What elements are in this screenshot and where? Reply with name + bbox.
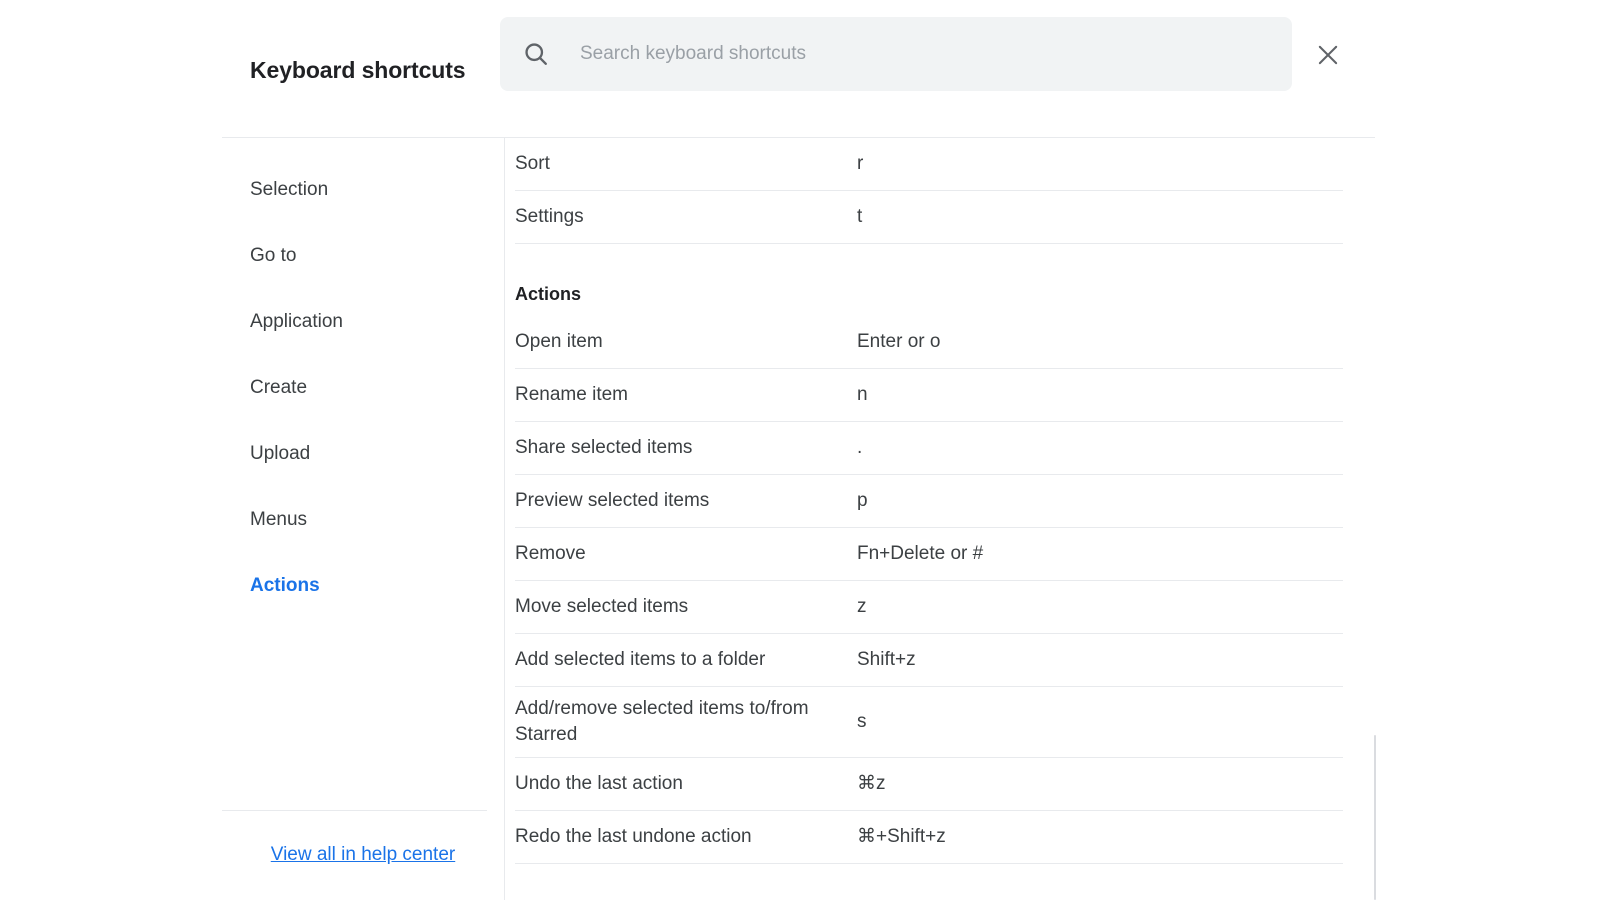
help-center-link-container: View all in help center (222, 810, 504, 900)
search-input[interactable] (578, 33, 1272, 75)
shortcut-keys: z (857, 596, 867, 617)
shortcut-row: Remove Fn+Delete or # (515, 528, 1343, 581)
shortcut-description: Add/remove selected items to/from Starre… (515, 698, 809, 745)
shortcut-keys: . (857, 437, 863, 458)
shortcut-keys: n (857, 384, 868, 405)
view-all-in-help-center-link[interactable]: View all in help center (271, 844, 455, 866)
shortcut-description: Add selected items to a folder (515, 649, 766, 670)
shortcut-keys: r (857, 153, 864, 174)
shortcut-description: Preview selected items (515, 490, 710, 511)
sidebar-item-upload[interactable]: Upload (222, 421, 504, 487)
shortcut-description: Rename item (515, 384, 628, 405)
dialog-body: Selection Go to Application Create Upload Men… (222, 138, 1376, 900)
shortcuts-scroll-region[interactable]: Sort r Settings t Actions Open item Enter or o… (505, 138, 1376, 900)
sidebar-item-actions[interactable]: Actions (222, 553, 504, 619)
sidebar-item-selection[interactable]: Selection (222, 157, 504, 223)
shortcut-row: Preview selected items p (515, 475, 1343, 528)
shortcut-row: Sort r (515, 138, 1343, 191)
shortcut-description: Open item (515, 331, 603, 352)
section-heading: Actions (515, 284, 582, 304)
shortcut-keys: p (857, 490, 868, 511)
shortcut-keys: s (857, 711, 867, 732)
shortcut-description: Undo the last action (515, 773, 683, 794)
shortcut-keys: Enter or o (857, 331, 941, 352)
page-title: Keyboard shortcuts (250, 57, 466, 83)
close-button[interactable] (1307, 34, 1349, 76)
sidebar-item-application[interactable]: Application (222, 289, 504, 355)
shortcut-keys: ⌘+Shift+z (857, 826, 946, 847)
shortcut-row: Share selected items. (515, 422, 1343, 475)
shortcut-row: Open item Enter or o (515, 316, 1343, 369)
shortcuts-content: Sort r Settings t Actions Open item Enter or o… (505, 138, 1376, 900)
shortcut-row: Undo the last action ⌘z (515, 758, 1343, 811)
shortcut-description: Share selected items (515, 437, 693, 458)
search-field-container[interactable] (500, 17, 1292, 91)
sidebar-item-menus[interactable]: Menus (222, 487, 504, 553)
sidebar-nav: Selection Go to Application Create Upload Men… (222, 157, 504, 619)
shortcut-description: Move selected items (515, 596, 689, 617)
sidebar-item-go-to[interactable]: Go to (222, 223, 504, 289)
shortcut-row: Add selected items to a folder Shift+z (515, 634, 1343, 687)
shortcut-description: Remove (515, 543, 586, 564)
shortcut-row: Add/remove selected items to/from Starre… (515, 687, 1343, 758)
shortcut-keys: t (857, 206, 863, 227)
shortcut-description: Settings (515, 206, 584, 227)
shortcut-keys: ⌘z (857, 773, 886, 794)
scrollbar-thumb[interactable] (1374, 735, 1376, 900)
shortcut-keys: Shift+z (857, 649, 916, 670)
shortcut-keys: Fn+Delete or # (857, 543, 984, 564)
sidebar-item-create[interactable]: Create (222, 355, 504, 421)
shortcut-row: Settings t (515, 191, 1343, 244)
shortcut-description: Sort (515, 153, 550, 174)
shortcut-row: Rename item n (515, 369, 1343, 422)
dialog-header: Keyboard shortcuts (222, 0, 1376, 138)
search-icon (525, 43, 547, 65)
shortcut-row: Redo the last undone action ⌘+Shift+z (515, 811, 1343, 864)
shortcuts-table: Sort r Settings t Actions Open item Enter or o… (515, 138, 1343, 864)
shortcut-description: Redo the last undone action (515, 826, 752, 847)
sidebar: Selection Go to Application Create Upload Men… (222, 138, 505, 900)
close-icon (1318, 45, 1338, 65)
keyboard-shortcuts-dialog: Keyboard shortcuts SelectionGo toApplica… (222, 0, 1376, 900)
shortcut-row: Move selected items z (515, 581, 1343, 634)
